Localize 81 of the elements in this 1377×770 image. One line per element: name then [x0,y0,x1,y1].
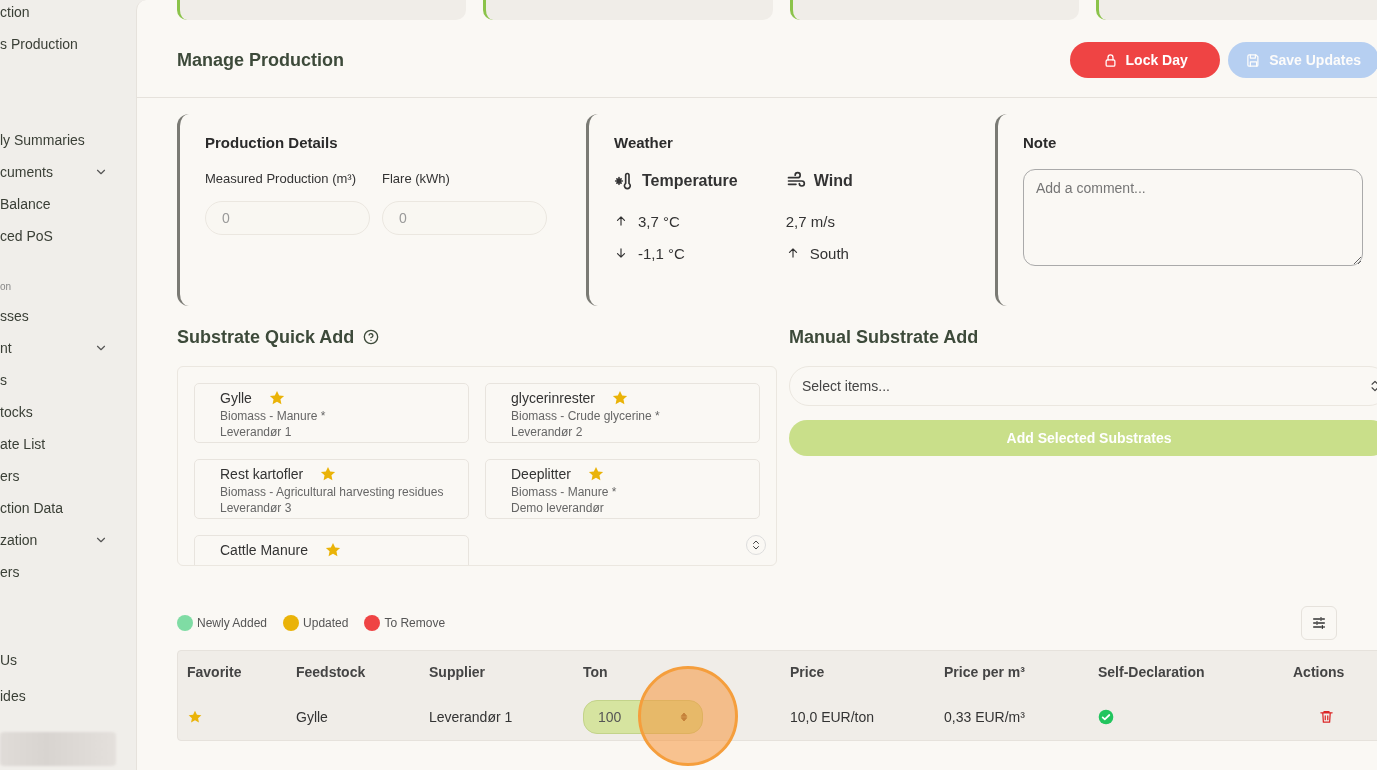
substrate-category: Biomass - Manure * [220,408,327,424]
panel-title: Weather [614,134,674,151]
substrate-card[interactable]: Gylle Biomass - Manure * Leverandør 1 [194,383,469,443]
weather-label: Wind [813,172,853,190]
substrate-supplier: Leverandør 2 [511,424,584,440]
weather-label: Temperature [642,172,738,190]
substrate-name: Deeplitter [511,466,571,482]
substrate-card[interactable]: Cattle Manure [194,535,469,565]
column-header: Price [790,664,826,680]
trash-icon [1319,709,1334,724]
comment-field[interactable]: Add a comment... [1023,169,1363,266]
sidebar-item[interactable]: sses [0,300,136,332]
substrate-card[interactable]: Rest kartofler Biomass - Agricultural harvesting residues Leverandør 3 [194,459,469,519]
sidebar-item[interactable]: tocks [0,396,136,428]
substrate-name: glycerinrester [511,390,596,406]
sidebar-section-heading: on [0,279,13,294]
sidebar-item[interactable]: zation [0,524,136,556]
sidebar-item[interactable]: Balance [0,188,136,220]
sidebar-item[interactable]: cuments [0,156,136,188]
temperature-high: 3,7 °C [638,212,680,230]
column-header: Ton [583,664,609,680]
sidebar-item[interactable]: ate List [0,428,136,460]
arrow-down-icon [614,246,628,260]
substrate-category: Biomass - Crude glycerine * [511,408,661,424]
wind-speed: 2,7 m/s [785,212,835,230]
table-cell-text: Gylle [296,708,329,725]
table-cell-text: 0,33 EUR/m³ [944,708,1026,725]
column-header: Feedstock [296,664,367,680]
legend-label: To Remove [384,616,446,630]
temperature-low: -1,1 °C [638,244,685,262]
column-header: Price per m³ [944,664,1026,680]
section-title: Substrate Quick Add [177,326,355,349]
sidebar-item[interactable]: ction [0,0,136,28]
panel-title: Production Details [205,134,339,151]
sidebar-item[interactable]: ers [0,556,136,588]
table-cell-text: 10,0 EUR/ton [790,708,876,725]
substrate-card[interactable]: Deeplitter Biomass - Manure * Demo leverandør [485,459,760,519]
wind-direction: South [809,244,849,262]
lock-day-button[interactable]: Lock Day [1070,42,1221,78]
column-header: Self-Declaration [1098,664,1206,680]
ton-input[interactable]: 100 [583,699,703,734]
sidebar-item[interactable]: Us [0,642,136,678]
substrate-supplier: Leverandør 1 [220,424,293,440]
column-header: Actions [1293,664,1346,680]
sidebar-item[interactable]: ers [0,460,136,492]
substrate-category: Biomass - Manure * [511,484,618,500]
delete-button[interactable] [1319,709,1334,724]
section-title: Manual Substrate Add [789,326,980,349]
substrate-card[interactable]: glycerinrester Biomass - Crude glycerine * Leverandør 2 [485,383,760,443]
legend-label: Updated [303,616,349,630]
substrate-name: Gylle [220,390,252,406]
thermometer-snowflake-icon [614,171,634,191]
sidebar-item[interactable]: nt [0,332,136,364]
field-label: Measured Production (m³) [205,170,357,188]
sidebar-item[interactable]: s [0,364,136,396]
substrate-name: Rest kartofler [220,466,304,482]
sliders-icon [1311,615,1327,631]
substrate-supplier: Leverandør 3 [220,500,293,516]
chevron-up-down-icon [750,539,762,551]
column-header: Supplier [429,664,486,680]
sidebar-item[interactable]: ly Summaries [0,124,136,156]
arrow-up-icon [614,214,628,228]
sidebar-item[interactable]: ced PoS [0,220,136,252]
lock-icon [1102,52,1118,68]
column-header: Favorite [187,664,243,680]
section-title: Manage Production [177,49,344,71]
substrate-name: Cattle Manure [220,542,308,558]
column-settings-button[interactable] [1301,606,1337,640]
substrate-supplier: Demo leverandør [511,500,605,516]
input-field[interactable]: 0 [382,201,547,235]
table-cell-text: Leverandør 1 [429,708,514,725]
sidebar-item[interactable]: ction Data [0,492,136,524]
scroll-button[interactable] [746,535,766,555]
input-field[interactable]: 0 [205,201,370,235]
sidebar-item[interactable]: ides [0,678,136,714]
legend-label: Newly Added [197,616,268,630]
help-icon [363,329,380,345]
panel-title: Note [1023,134,1058,151]
sidebar-item[interactable]: s Production [0,28,136,60]
substrate-category: Biomass - Agricultural harvesting residues [220,484,445,500]
field-label: Flare (kWh) [382,170,451,188]
